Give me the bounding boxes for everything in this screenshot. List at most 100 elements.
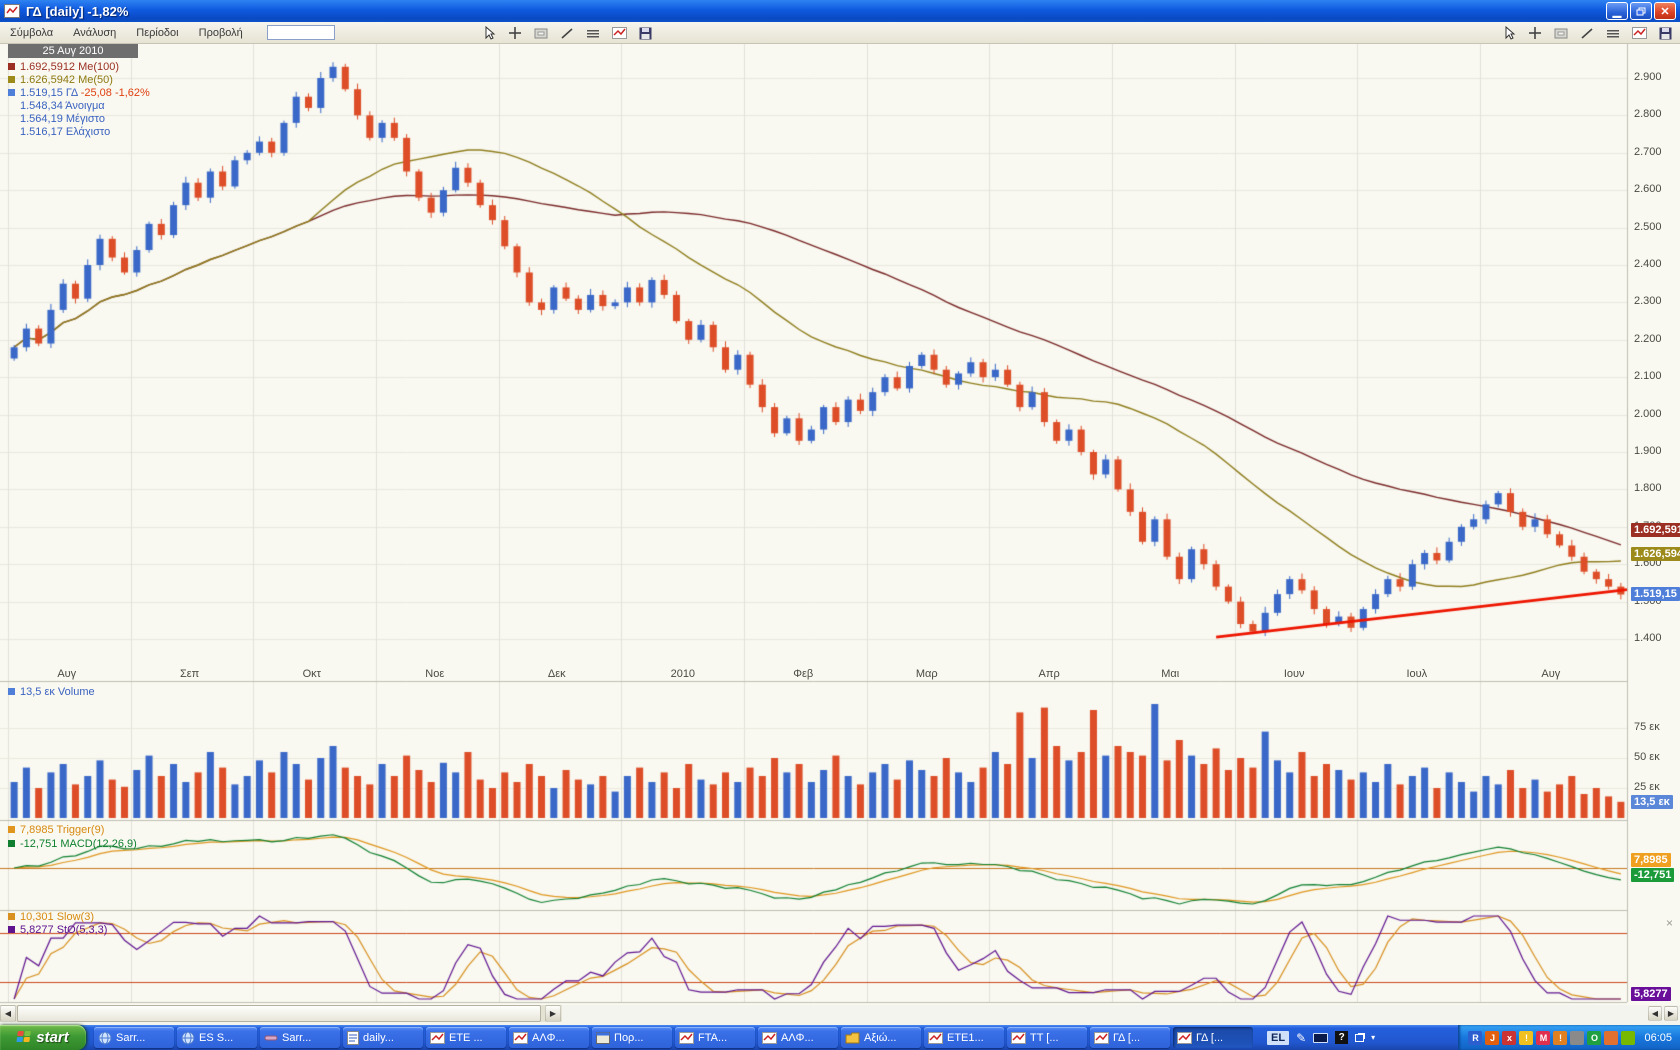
month-tick-label: Ιουλ xyxy=(1406,668,1427,680)
legend-swatch xyxy=(8,913,15,920)
legend-swatch xyxy=(8,688,15,695)
taskbar-button-2[interactable]: Sarr... xyxy=(260,1027,340,1048)
symbol-input[interactable] xyxy=(267,25,335,40)
tool-zoom-box-icon[interactable] xyxy=(532,25,550,42)
month-tick-label: Αυγ xyxy=(57,668,76,680)
tool-save-icon[interactable] xyxy=(636,25,654,42)
legend-swatch xyxy=(8,826,15,833)
taskbar-clock: 06:05 xyxy=(1644,1032,1672,1044)
tool-save-icon[interactable] xyxy=(1656,25,1674,42)
menu-item-2[interactable]: Περίοδοι xyxy=(126,24,188,42)
volume-value-tag: 13,5 εκ xyxy=(1631,795,1673,809)
tray-alert-icon[interactable]: ! xyxy=(1553,1031,1567,1045)
scrollbar-thumb[interactable] xyxy=(17,1005,541,1022)
language-indicator[interactable]: EL xyxy=(1267,1031,1289,1045)
price-legend-row: 1.626,5942 Me(50) xyxy=(8,74,113,86)
tray-antivirus-icon[interactable]: O xyxy=(1587,1031,1601,1045)
keyboard-icon[interactable] xyxy=(1313,1033,1328,1043)
month-tick-label: Φεβ xyxy=(793,668,813,680)
tray-java-icon[interactable]: J xyxy=(1485,1031,1499,1045)
tray-update-error-icon[interactable]: x xyxy=(1502,1031,1516,1045)
tool-pointer-icon[interactable] xyxy=(1500,25,1518,42)
toolbar-options-arrow-icon[interactable]: ▾ xyxy=(1371,1033,1375,1042)
window-icon xyxy=(596,1032,610,1044)
price-tick-label: 2.500 xyxy=(1634,221,1662,233)
close-button[interactable]: ✕ xyxy=(1654,2,1676,20)
tray-card-app-icon[interactable] xyxy=(1604,1031,1618,1045)
tool-chart-icon[interactable] xyxy=(1630,25,1648,42)
chart-icon xyxy=(1011,1032,1026,1044)
taskbar: start Sarr...ES S...Sarr...daily...ETE .… xyxy=(0,1025,1680,1050)
pan-right-arrow-icon[interactable]: ▶ xyxy=(1664,1006,1678,1021)
taskbar-button-12[interactable]: ΓΔ [... xyxy=(1090,1027,1170,1048)
volume-tick-label: 50 εκ xyxy=(1634,751,1660,763)
tray-security-shield-icon[interactable]: ! xyxy=(1519,1031,1533,1045)
taskbar-button-9[interactable]: Αξιώ... xyxy=(841,1027,921,1048)
month-tick-label: Σεπ xyxy=(180,668,199,680)
pane-close-icon[interactable]: × xyxy=(1666,918,1673,928)
tool-grid-icon[interactable] xyxy=(1604,25,1622,42)
month-tick-label: Απρ xyxy=(1039,668,1060,680)
price-chart-canvas[interactable] xyxy=(0,44,1680,1005)
tool-grid-icon[interactable] xyxy=(584,25,602,42)
legend-swatch xyxy=(8,926,15,933)
start-button[interactable]: start xyxy=(0,1025,86,1050)
tool-pointer-icon[interactable] xyxy=(480,25,498,42)
tray-nvidia-icon[interactable] xyxy=(1621,1031,1635,1045)
tray-mail-notifier-icon[interactable]: M xyxy=(1536,1031,1550,1045)
tool-crosshair-icon[interactable] xyxy=(506,25,524,42)
horizontal-scrollbar[interactable]: ◀ ▶ xyxy=(0,1005,562,1022)
price-value-tag: 1.692,591 xyxy=(1631,523,1680,537)
taskbar-button-6[interactable]: Πορ... xyxy=(592,1027,672,1048)
taskbar-button-1[interactable]: ES S... xyxy=(177,1027,257,1048)
chart-icon xyxy=(1177,1032,1192,1044)
cursor-date-label: 25 Αυγ 2010 xyxy=(8,44,138,58)
toolbar-restore-icon[interactable] xyxy=(1355,1034,1364,1042)
tool-trendline-icon[interactable] xyxy=(558,25,576,42)
minimize-button[interactable]: ▁ xyxy=(1606,2,1628,20)
start-label: start xyxy=(36,1029,69,1046)
restore-button[interactable] xyxy=(1630,2,1652,20)
scroll-left-arrow-icon[interactable]: ◀ xyxy=(0,1005,16,1022)
help-icon[interactable]: ? xyxy=(1335,1031,1348,1044)
volume-tick-label: 75 εκ xyxy=(1634,721,1660,733)
tray-messenger-icon[interactable]: R xyxy=(1468,1031,1482,1045)
system-tray: RJx!M! O 06:05 xyxy=(1458,1025,1680,1050)
taskbar-button-10[interactable]: ΕΤΕ1... xyxy=(924,1027,1004,1048)
price-legend-row: 1.548,34 Άνοιγμα xyxy=(20,100,105,112)
price-tick-label: 2.400 xyxy=(1634,258,1662,270)
menu-item-3[interactable]: Προβολή xyxy=(189,24,253,42)
month-tick-label: Ιουν xyxy=(1284,668,1305,680)
taskbar-button-4[interactable]: ETE ... xyxy=(426,1027,506,1048)
chart-icon xyxy=(762,1032,777,1044)
menu-item-1[interactable]: Ανάλυση xyxy=(63,24,126,42)
scrollbar-row: ◀ ▶ ◀ ▶ xyxy=(0,1005,1680,1025)
scroll-right-arrow-icon[interactable]: ▶ xyxy=(545,1005,561,1022)
pen-icon[interactable]: ✎ xyxy=(1296,1031,1306,1045)
chart-icon xyxy=(928,1032,943,1044)
price-value-tag: 1.626,594 xyxy=(1631,547,1680,561)
taskbar-button-7[interactable]: FTA... xyxy=(675,1027,755,1048)
taskbar-button-3[interactable]: daily... xyxy=(343,1027,423,1048)
month-tick-label: Δεκ xyxy=(548,668,566,680)
month-tick-label: 2010 xyxy=(671,668,695,680)
menu-item-0[interactable]: Σύμβολα xyxy=(0,24,63,42)
chart-area[interactable]: 25 Αυγ 2010 2.9002.8002.7002.6002.5002.4… xyxy=(0,44,1680,1005)
price-tick-label: 1.800 xyxy=(1634,482,1662,494)
macd-legend-row: 7,8985 Trigger(9) xyxy=(8,824,104,836)
taskbar-button-0[interactable]: Sarr... xyxy=(94,1027,174,1048)
taskbar-button-8[interactable]: ΑΛΦ... xyxy=(758,1027,838,1048)
taskbar-button-11[interactable]: TT [... xyxy=(1007,1027,1087,1048)
pan-left-arrow-icon[interactable]: ◀ xyxy=(1648,1006,1662,1021)
legend-swatch xyxy=(8,63,15,70)
globe-icon xyxy=(181,1031,195,1045)
legend-swatch xyxy=(8,840,15,847)
tool-chart-icon[interactable] xyxy=(610,25,628,42)
price-tick-label: 2.000 xyxy=(1634,408,1662,420)
taskbar-button-5[interactable]: ΑΛΦ... xyxy=(509,1027,589,1048)
tool-trendline-icon[interactable] xyxy=(1578,25,1596,42)
tray-volume-icon[interactable] xyxy=(1570,1031,1584,1045)
tool-crosshair-icon[interactable] xyxy=(1526,25,1544,42)
tool-zoom-box-icon[interactable] xyxy=(1552,25,1570,42)
taskbar-button-13[interactable]: ΓΔ [... xyxy=(1173,1027,1253,1048)
